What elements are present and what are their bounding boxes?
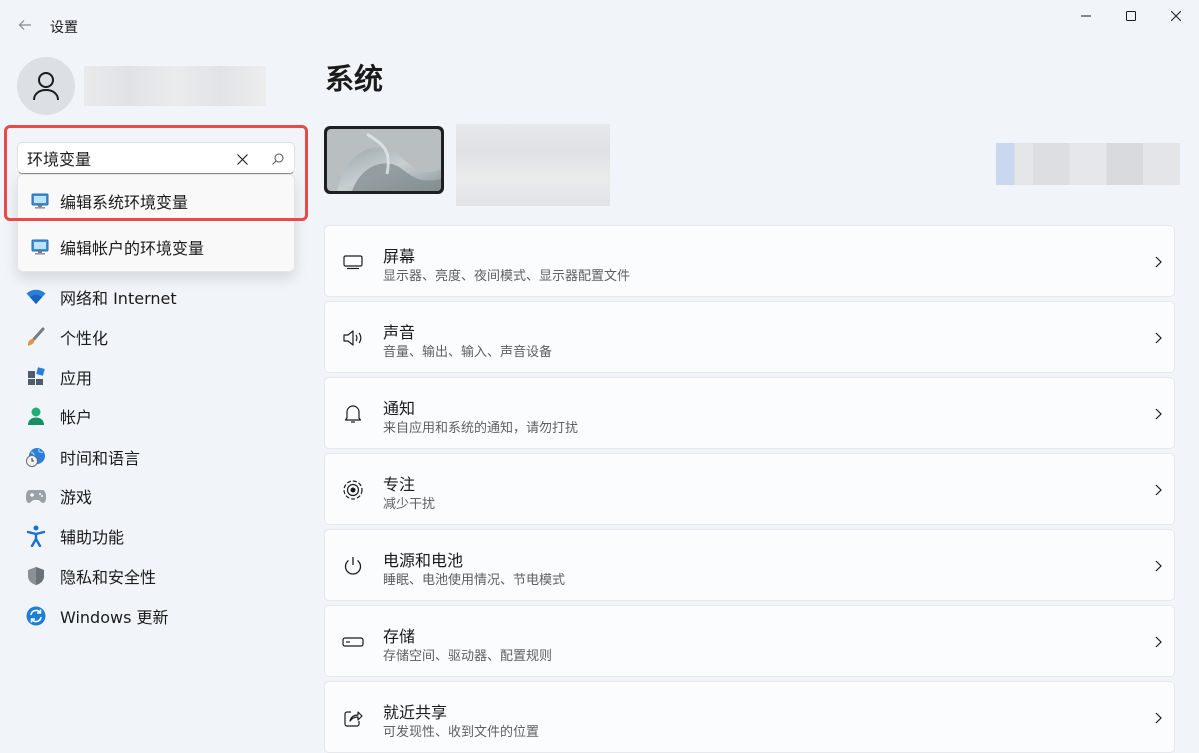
sidebar-item-label: 时间和语言	[60, 449, 141, 468]
accessibility-icon	[25, 525, 47, 547]
card-subtitle: 音量、输出、输入、声音设备	[383, 345, 553, 360]
chevron-right-icon	[1148, 252, 1168, 272]
device-wallpaper-thumbnail[interactable]	[324, 126, 444, 194]
search-result-label: 编辑帐户的环境变量	[60, 239, 205, 258]
sidebar-item-label: Windows 更新	[60, 608, 169, 627]
gamepad-icon	[25, 485, 47, 507]
storage-icon	[341, 630, 365, 654]
chevron-right-icon	[1148, 404, 1168, 424]
close-button[interactable]	[1154, 0, 1198, 32]
close-icon	[1171, 11, 1181, 21]
card-notifications[interactable]: 通知 来自应用和系统的通知，请勿打扰	[324, 377, 1175, 449]
bell-icon	[341, 402, 365, 426]
speaker-icon	[341, 326, 365, 350]
sidebar-item-accounts[interactable]: 帐户	[17, 397, 295, 435]
card-subtitle: 来自应用和系统的通知，请勿打扰	[383, 421, 579, 436]
chevron-right-icon	[1148, 556, 1168, 576]
sidebar-item-privacy[interactable]: 隐私和安全性	[17, 557, 295, 595]
card-title: 就近共享	[383, 703, 448, 722]
sidebar-item-label: 游戏	[60, 488, 93, 507]
sidebar-item-label: 帐户	[60, 408, 93, 427]
sidebar-item-label: 网络和 Internet	[60, 289, 177, 308]
person-outline-icon	[33, 72, 59, 101]
chevron-right-icon	[1148, 480, 1168, 500]
maximize-icon	[1126, 11, 1136, 21]
shield-icon	[25, 565, 47, 587]
sidebar-item-gaming[interactable]: 游戏	[17, 477, 295, 515]
chevron-right-icon	[1148, 632, 1168, 652]
apps-icon	[25, 366, 47, 388]
sidebar-item-apps[interactable]: 应用	[17, 358, 295, 396]
sidebar-item-time-language[interactable]: 时间和语言	[17, 438, 295, 476]
sidebar-item-personalization[interactable]: 个性化	[17, 318, 295, 356]
globe-clock-icon	[25, 446, 47, 468]
arrow-left-icon	[18, 20, 31, 30]
search-result-user-env[interactable]: 编辑帐户的环境变量	[18, 227, 294, 267]
avatar[interactable]	[17, 57, 75, 115]
card-display[interactable]: 屏幕 显示器、亮度、夜间模式、显示器配置文件	[324, 225, 1175, 297]
card-sound[interactable]: 声音 音量、输出、输入、声音设备	[324, 301, 1175, 373]
annotation-highlight-box	[4, 125, 308, 221]
card-title: 通知	[383, 399, 416, 418]
status-redacted	[996, 143, 1180, 185]
minimize-button[interactable]	[1064, 0, 1108, 32]
card-title: 存储	[383, 627, 416, 646]
card-subtitle: 睡眠、电池使用情况、节电模式	[383, 573, 566, 588]
card-storage[interactable]: 存储 存储空间、驱动器、配置规则	[324, 605, 1175, 677]
wallpaper-image	[327, 129, 441, 191]
card-subtitle: 显示器、亮度、夜间模式、显示器配置文件	[383, 269, 631, 284]
monitor-icon	[341, 250, 365, 274]
sidebar-item-network[interactable]: 网络和 Internet	[17, 278, 295, 316]
power-icon	[341, 554, 365, 578]
app-title: 设置	[50, 20, 78, 36]
device-name-redacted	[456, 124, 610, 206]
maximize-button[interactable]	[1109, 0, 1153, 32]
card-title: 电源和电池	[383, 551, 464, 570]
card-subtitle: 减少干扰	[383, 497, 436, 512]
page-title: 系统	[325, 62, 384, 96]
share-icon	[341, 706, 365, 730]
brush-icon	[25, 326, 47, 348]
person-icon	[25, 405, 47, 427]
sidebar-item-label: 辅助功能	[60, 528, 125, 547]
card-focus[interactable]: 专注 减少干扰	[324, 453, 1175, 525]
chevron-right-icon	[1148, 708, 1168, 728]
sidebar-item-accessibility[interactable]: 辅助功能	[17, 517, 295, 555]
card-title: 屏幕	[383, 247, 416, 266]
account-name-redacted	[84, 66, 266, 106]
card-subtitle: 可发现性、收到文件的位置	[383, 725, 540, 740]
control-panel-icon	[30, 237, 50, 257]
wifi-icon	[25, 286, 47, 308]
minimize-icon	[1081, 15, 1091, 17]
update-icon	[25, 605, 47, 627]
focus-icon	[341, 478, 365, 502]
sidebar-item-label: 个性化	[60, 329, 109, 348]
sidebar-item-windows-update[interactable]: Windows 更新	[17, 597, 295, 635]
card-title: 专注	[383, 475, 416, 494]
card-subtitle: 存储空间、驱动器、配置规则	[383, 649, 553, 664]
card-power[interactable]: 电源和电池 睡眠、电池使用情况、节电模式	[324, 529, 1175, 601]
card-title: 声音	[383, 323, 416, 342]
chevron-right-icon	[1148, 328, 1168, 348]
back-button[interactable]	[12, 12, 38, 38]
title-bar: 设置	[0, 0, 1199, 48]
card-nearby-sharing[interactable]: 就近共享 可发现性、收到文件的位置	[324, 681, 1175, 753]
sidebar-item-label: 隐私和安全性	[60, 568, 157, 587]
sidebar-item-label: 应用	[60, 369, 93, 388]
